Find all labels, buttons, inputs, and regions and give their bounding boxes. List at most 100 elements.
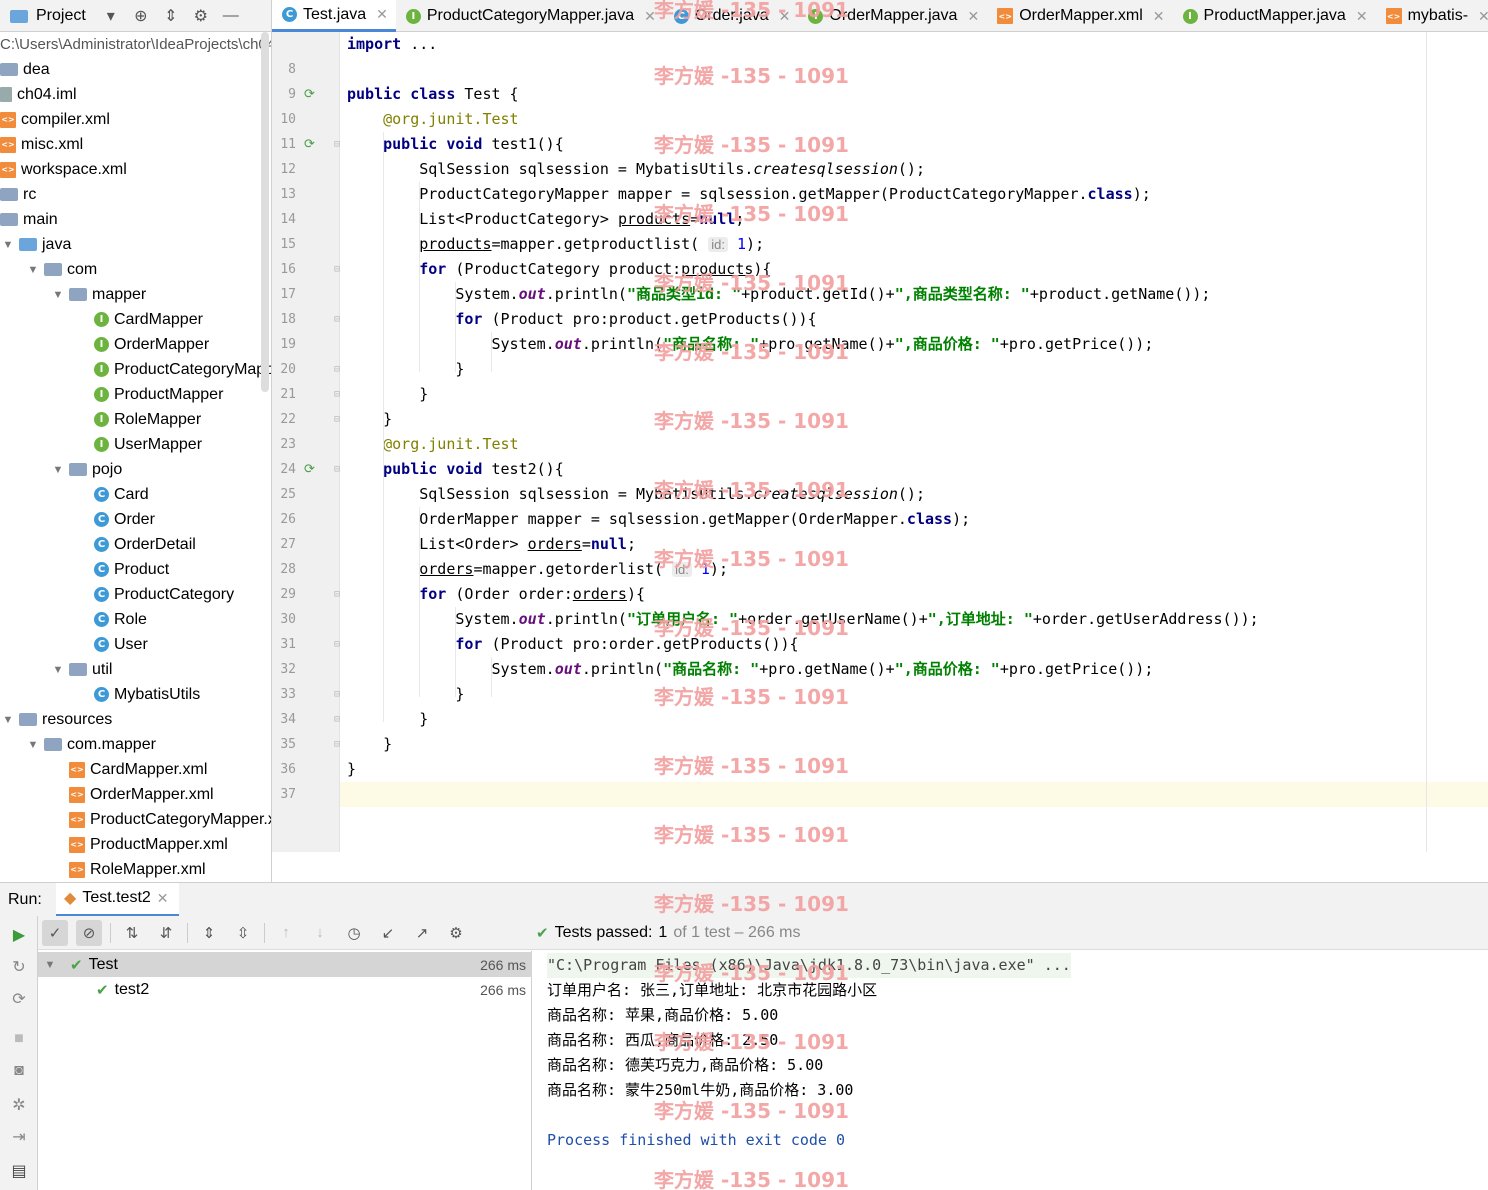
export-icon[interactable]: ↗ (409, 920, 435, 946)
tree-item[interactable]: I CardMapper (0, 307, 271, 332)
close-icon[interactable]: ✕ (1478, 8, 1488, 25)
console-output[interactable]: "C:\Program Files (x86)\Java\jdk1.8.0_73… (533, 951, 1488, 1190)
tree-item[interactable]: rc (0, 182, 271, 207)
run-test-icon[interactable]: ⟳ (304, 82, 315, 107)
code-line[interactable]: System.out.println("商品名称: "+pro.getName(… (347, 657, 1153, 682)
code-line[interactable]: public void test2(){ (347, 457, 564, 482)
tree-item[interactable]: ▼ pojo (0, 457, 271, 482)
tab-productcategorymapper-java[interactable]: I ProductCategoryMapper.java ✕ (396, 0, 664, 32)
close-icon[interactable]: ✕ (1356, 8, 1368, 25)
code-line[interactable]: } (347, 682, 464, 707)
tree-item[interactable]: ▼ util (0, 657, 271, 682)
tree-item[interactable]: <> misc.xml (0, 132, 271, 157)
code-line[interactable]: ProductCategoryMapper mapper = sqlsessio… (347, 182, 1151, 207)
code-line[interactable]: OrderMapper mapper = sqlsession.getMappe… (347, 507, 970, 532)
chevron-down-icon[interactable]: ▾ (100, 5, 122, 27)
chevron-down-icon[interactable]: ▼ (52, 289, 64, 301)
expand-all-icon[interactable]: ⇕ (196, 920, 222, 946)
tree-item[interactable]: C User (0, 632, 271, 657)
project-title[interactable]: Project (36, 7, 86, 25)
tab-ordermapper-xml[interactable]: <> OrderMapper.xml ✕ (987, 0, 1172, 32)
rerun-failed-icon[interactable]: ↻ (8, 956, 30, 978)
chevron-down-icon[interactable]: ▼ (27, 739, 39, 751)
tree-item[interactable]: C Order (0, 507, 271, 532)
tree-item[interactable]: <> RoleMapper.xml (0, 857, 271, 882)
tree-item[interactable]: main (0, 207, 271, 232)
arrow-down-icon[interactable]: ↓ (307, 920, 333, 946)
tree-item[interactable]: C OrderDetail (0, 532, 271, 557)
close-icon[interactable]: ✕ (157, 890, 169, 907)
tab-order-java[interactable]: C Order.java ✕ (664, 0, 799, 32)
settings-icon[interactable]: ✲ (8, 1094, 30, 1116)
show-ignored-icon[interactable]: ⊘ (76, 919, 102, 946)
layout-icon[interactable]: ▤ (8, 1160, 30, 1182)
tab-mybatis-[interactable]: <> mybatis- ✕ (1376, 0, 1488, 32)
camera-icon[interactable]: ◙ (8, 1060, 30, 1082)
gear-icon[interactable]: ⚙ (443, 920, 469, 946)
stop-icon[interactable]: ■ (8, 1028, 30, 1050)
chevron-down-icon[interactable]: ▼ (44, 959, 56, 971)
tree-item[interactable]: ▼ mapper (0, 282, 271, 307)
tree-item[interactable]: I OrderMapper (0, 332, 271, 357)
code-line[interactable]: orders=mapper.getorderlist( id: 1); (347, 557, 728, 582)
tree-item[interactable]: ▼ resources (0, 707, 271, 732)
code-line[interactable]: SqlSession sqlsession = MybatisUtils.cre… (347, 482, 925, 507)
arrow-up-icon[interactable]: ↑ (273, 920, 299, 946)
tree-item[interactable]: ▼ com (0, 257, 271, 282)
close-icon[interactable]: ✕ (376, 6, 388, 23)
chevron-down-icon[interactable]: ▼ (52, 464, 64, 476)
code-line[interactable]: System.out.println("商品名称: "+pro.getName(… (347, 332, 1153, 357)
tree-item[interactable]: ch04.iml (0, 82, 271, 107)
run-test-icon[interactable]: ⟳ (304, 132, 315, 157)
sort-duration-icon[interactable]: ⇵ (153, 920, 179, 946)
code-line[interactable]: @org.junit.Test (347, 107, 518, 132)
code-line[interactable]: } (347, 382, 428, 407)
tab-test-java[interactable]: C Test.java ✕ (272, 0, 396, 32)
chevron-down-icon[interactable]: ▼ (2, 239, 14, 251)
tree-item[interactable]: ▼ com.mapper (0, 732, 271, 757)
code-line[interactable]: List<Order> orders=null; (347, 532, 636, 557)
toggle-auto-test-icon[interactable]: ⟳ (8, 988, 30, 1010)
tree-item[interactable]: C Card (0, 482, 271, 507)
tree-item[interactable]: <> OrderMapper.xml (0, 782, 271, 807)
tree-item[interactable]: ▼ java (0, 232, 271, 257)
tree-item[interactable]: I UserMapper (0, 432, 271, 457)
close-icon[interactable]: ✕ (967, 8, 979, 25)
code-line[interactable]: } (347, 757, 356, 782)
code-area[interactable]: import ... public class Test { @org.junit… (340, 32, 1488, 852)
close-icon[interactable]: ✕ (644, 8, 656, 25)
code-line[interactable]: } (347, 732, 392, 757)
run-tab[interactable]: ◆ Test.test2 ✕ (56, 882, 179, 917)
code-line[interactable]: List<ProductCategory> products=null; (347, 207, 744, 232)
tab-ordermapper-java[interactable]: I OrderMapper.java ✕ (798, 0, 987, 32)
chevron-down-icon[interactable]: ▼ (27, 264, 39, 276)
code-line[interactable]: System.out.println("商品类型id: "+product.ge… (347, 282, 1210, 307)
tree-item[interactable]: <> workspace.xml (0, 157, 271, 182)
code-line[interactable]: public class Test { (347, 82, 519, 107)
tree-scrollbar[interactable] (261, 32, 269, 392)
tree-item[interactable]: I RoleMapper (0, 407, 271, 432)
chevron-down-icon[interactable]: ▼ (52, 664, 64, 676)
run-test-icon[interactable]: ⟳ (304, 457, 315, 482)
tree-item[interactable]: I ProductCategoryMapper (0, 357, 271, 382)
hide-icon[interactable]: — (220, 5, 242, 27)
code-line[interactable]: for (Product pro:order.getProducts()){ (347, 632, 798, 657)
code-line[interactable]: for (ProductCategory product:products){ (347, 257, 771, 282)
close-icon[interactable]: ✕ (1153, 8, 1165, 25)
test-row[interactable]: ✔ test2 266 ms (38, 977, 532, 1002)
tab-productmapper-java[interactable]: I ProductMapper.java ✕ (1173, 0, 1376, 32)
code-editor[interactable]: 8 9 ⟳ 10 11 ⟳ ⊟ 12 13 14 15 16 ⊟ 17 18 ⊟ 19 20 ⊟ 21 ⊟ 22 ⊟ 23 24… (272, 32, 1488, 852)
tree-item[interactable]: C ProductCategory (0, 582, 271, 607)
code-line[interactable]: } (347, 357, 464, 382)
tree-item[interactable]: <> compiler.xml (0, 107, 271, 132)
code-line[interactable]: for (Order order:orders){ (347, 582, 645, 607)
locate-icon[interactable]: ⊕ (130, 5, 152, 27)
chevron-down-icon[interactable]: ▼ (2, 714, 14, 726)
tree-item[interactable]: C Role (0, 607, 271, 632)
tree-item[interactable]: <> CardMapper.xml (0, 757, 271, 782)
tree-item[interactable]: dea (0, 57, 271, 82)
tree-item[interactable]: C MybatisUtils (0, 682, 271, 707)
show-passed-icon[interactable]: ✓ (42, 919, 68, 946)
collapse-all-icon[interactable]: ⇳ (230, 920, 256, 946)
test-row[interactable]: ▼ ✔ Test 266 ms (38, 952, 532, 977)
